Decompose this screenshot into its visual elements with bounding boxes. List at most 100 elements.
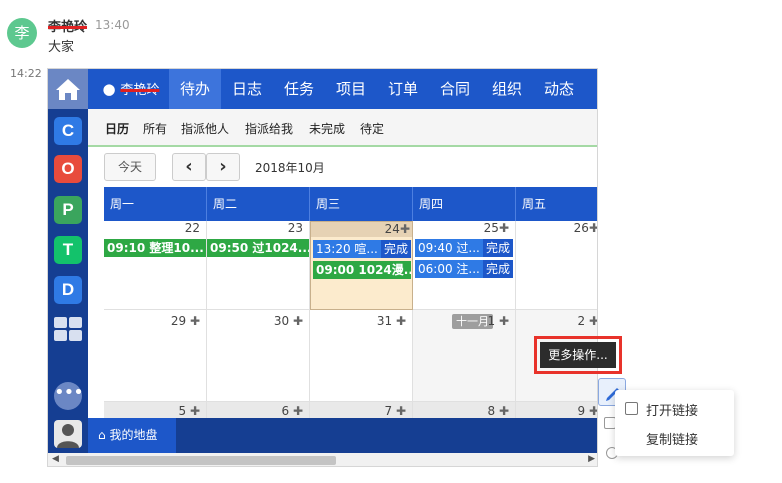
subnav-pending[interactable]: 待定 [360,120,384,137]
subnav-calendar[interactable]: 日历 [105,120,129,137]
subnav-incomplete[interactable]: 未完成 [309,120,345,137]
add-icon[interactable]: ✚ [589,314,597,328]
next-month-button[interactable]: › [206,153,240,181]
sender-name: 李艳玲 [48,20,88,35]
horizontal-scrollbar[interactable]: ◀ ▶ [48,453,597,466]
subnav-all[interactable]: 所有 [143,120,167,137]
add-icon[interactable]: ✚ [396,404,406,418]
status-badge: 完成 [380,240,411,258]
add-icon[interactable]: ✚ [293,314,303,328]
add-icon[interactable]: ✚ [190,404,200,418]
nav-tab-log[interactable]: 日志 [221,69,273,109]
event-wed-1[interactable]: 13:20 喧... 完成 [313,240,411,258]
scrollbar-thumb[interactable] [66,456,336,465]
day-number: 2 ✚ [577,314,598,328]
app-icon-c[interactable]: C [54,117,82,145]
day-cell-30[interactable]: 30 ✚ [207,310,310,402]
nav-tab-order[interactable]: 订单 [377,69,429,109]
add-icon[interactable]: ✚ [499,314,509,328]
day-cell-25[interactable]: 25✚ 09:40 过... 完成 06:00 注... 完成 [413,221,516,310]
subnav-assigned-others[interactable]: 指派他人 [181,120,229,137]
more-apps-icon[interactable]: ••• [54,382,84,410]
day-number: 24✚ [384,222,410,236]
home-button[interactable] [48,69,88,109]
user-icon: ● [102,80,116,98]
top-nav: ● 李艳玲 待办 日志 任务 项目 订单 合同 组织 动态 [88,69,597,109]
nav-tab-feed[interactable]: 动态 [533,69,585,109]
grid-icon[interactable] [54,317,82,341]
more-ops-highlight: 更多操作... [534,336,622,374]
scroll-right-icon[interactable]: ▶ [588,454,595,464]
message-text: 大家 [48,40,75,55]
day-number: 6 ✚ [281,404,303,418]
external-link-icon [625,402,638,415]
weekday-fri: 周五 [522,197,547,211]
today-button[interactable]: 今天 [104,153,156,181]
weekday-wed: 周三 [310,187,413,221]
user-avatar-icon[interactable] [54,420,82,448]
event-wed-2[interactable]: 09:00 1024漫... [313,261,411,279]
next-message-time: 14:22 [10,67,42,80]
add-icon[interactable]: ✚ [190,314,200,328]
calendar-weekday-header: 周一 周二 周三 周四 周五 [104,187,597,221]
avatar[interactable]: 李 [7,18,37,48]
day-cell-24-today[interactable]: 24✚ 13:20 喧... 完成 09:00 1024漫... [310,221,413,310]
nav-tab-org[interactable]: 组织 [481,69,533,109]
day-cell-26[interactable]: 26✚ [516,221,598,310]
day-number: 25✚ [483,221,509,235]
message-time: 13:40 [95,18,130,32]
event-thu-1[interactable]: 09:40 过... 完成 [415,239,513,257]
event-thu-2[interactable]: 06:00 注... 完成 [415,260,513,278]
day-number: 29 ✚ [170,314,200,328]
add-icon[interactable]: ✚ [589,404,597,418]
subnav-assigned-me[interactable]: 指派给我 [245,120,293,137]
app-icon-d[interactable]: D [54,276,82,304]
status-badge: 完成 [482,260,513,278]
nav-tab-todo[interactable]: 待办 [169,69,221,109]
add-icon[interactable]: ✚ [589,221,597,235]
add-icon[interactable]: ✚ [499,221,509,235]
nav-tab-project[interactable]: 项目 [325,69,377,109]
day-number: 23 [287,221,303,235]
home-icon: ⌂ [98,428,106,442]
day-cell-31[interactable]: 31 ✚ [310,310,413,402]
prev-month-button[interactable]: ‹ [172,153,206,181]
menu-open-link[interactable]: 打开链接 [646,400,698,419]
weekday-thu: 周四 [413,187,516,221]
my-home-tab[interactable]: ⌂ 我的地盘 [88,418,176,453]
day-cell-22[interactable]: 22 09:10 整理10... [104,221,207,310]
weekday-mon: 周一 [104,187,207,221]
add-icon[interactable]: ✚ [293,404,303,418]
day-cell-nov-1[interactable]: 十一月 1 ✚ [413,310,516,402]
app-icon-p[interactable]: P [54,196,82,224]
home-icon [56,79,80,100]
weekday-tue: 周二 [207,187,310,221]
current-month: 2018年10月 [255,161,325,175]
day-cell-29[interactable]: 29 ✚ [104,310,207,402]
nav-user[interactable]: ● 李艳玲 [98,69,164,109]
add-icon[interactable]: ✚ [499,404,509,418]
day-cell-23[interactable]: 23 09:50 过1024... [207,221,310,310]
day-number: 7 ✚ [384,404,406,418]
scroll-left-icon[interactable]: ◀ [52,454,59,464]
day-number: 26✚ [573,221,598,235]
day-number: 9 ✚ [577,404,598,418]
calendar-toolbar: 今天 ‹ › 2018年10月 [88,147,597,185]
sub-nav: 日历 所有 指派他人 指派给我 未完成 待定 [88,109,597,147]
day-number: 1 ✚ [487,314,509,328]
add-icon[interactable]: ✚ [400,222,410,236]
screenshot-image[interactable]: C O P T D ••• ● 李艳玲 待办 日志 任务 项目 订单 合同 组织… [47,68,598,467]
add-icon[interactable]: ✚ [396,314,406,328]
nav-tab-contract[interactable]: 合同 [429,69,481,109]
app-icon-t[interactable]: T [54,236,82,264]
menu-copy-link[interactable]: 复制链接 [646,429,698,448]
more-ops-button[interactable]: 更多操作... [540,342,616,368]
day-number: 31 ✚ [376,314,406,328]
status-badge: 完成 [482,239,513,257]
nav-tab-task[interactable]: 任务 [273,69,325,109]
day-number: 8 ✚ [487,404,509,418]
app-icon-o[interactable]: O [54,155,82,183]
event-tue[interactable]: 09:50 过1024... [207,239,309,257]
event-mon[interactable]: 09:10 整理10... [104,239,206,257]
context-menu: 打开链接 复制链接 [615,390,734,456]
